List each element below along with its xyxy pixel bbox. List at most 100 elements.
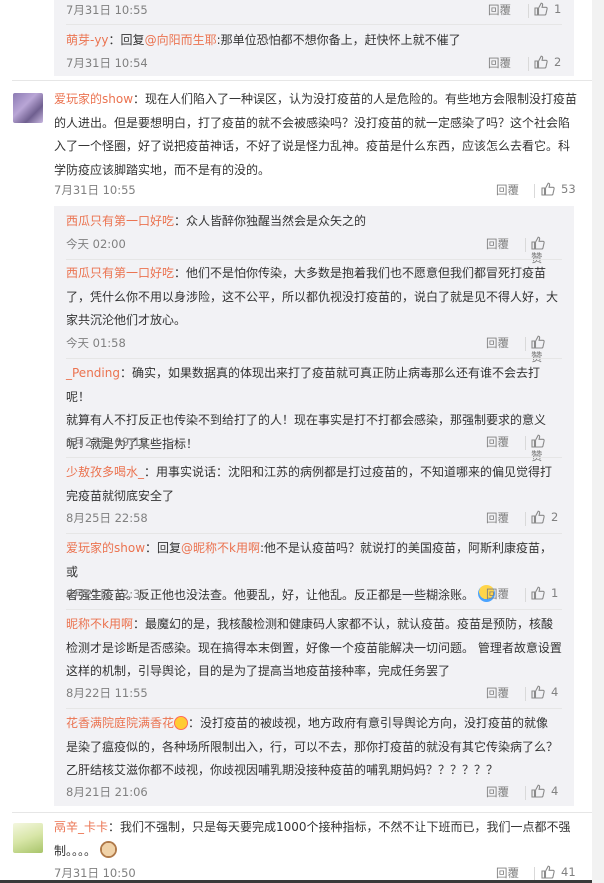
comment-text-line: ：众人皆醉你独醒当然会是众矢之的 (174, 214, 367, 228)
comment-text-line: ：他们不是怕你传染，大多数是抱着我们也不愿意但我们都冒死打疫苗 (174, 266, 547, 280)
thumbs-up-icon (531, 586, 545, 600)
like-count: 41 (561, 865, 576, 879)
reply-button[interactable]: 回覆 (496, 182, 519, 198)
like-count: 53 (561, 182, 576, 196)
username-link[interactable]: 西瓜只有第一口好吃 (66, 214, 174, 228)
username-link[interactable]: 爱玩家的show (54, 92, 133, 106)
comment-text-line: 的人进出。但是要想明白，打了疫苗的就不会被感染吗？没打疫苗的就一定感染了吗？这个… (54, 115, 571, 130)
comment-text-line: ：没打疫苗的被歧视，地方政府有意引导舆论方向，没打疫苗的就像 (188, 716, 549, 730)
reply-button[interactable]: 回覆 (488, 2, 511, 18)
reply-button[interactable]: 回覆 (496, 865, 519, 881)
comment-time: 8月22日 12:35 (66, 587, 148, 601)
divider (66, 609, 562, 610)
like-button[interactable]: 1 (531, 586, 558, 600)
comment-body: 爱玩家的show：现在人们陷入了一种误区，认为没打疫苗的人是危险的。有些地方会限… (54, 88, 584, 182)
divider (525, 238, 526, 252)
nested-reply: 萌芽-yy：回复@向阳而生耶:那单位恐怕都不想你备上，赶快怀上就不催了 (66, 29, 562, 53)
divider (525, 687, 526, 701)
username-link[interactable]: 爱玩家的show (66, 541, 145, 555)
mention-link[interactable]: @昵称不k用啊 (181, 541, 260, 555)
comment-time: 8月21日 21:06 (66, 785, 148, 799)
comment-meta: 7月31日 10:55 回覆 1 (66, 2, 562, 20)
comment-meta: 8月22日 11:55 回覆 4 (66, 685, 562, 703)
username-link[interactable]: 鬲辛_卡卡 (54, 820, 108, 834)
divider (12, 80, 592, 81)
comment-text-line: ：用事实说话：沈阳和江苏的病例都是打过疫苗的，不知道哪来的偏见觉得打 (144, 465, 553, 479)
comment-text-line: 制。。。。 (54, 843, 97, 858)
comment-text-line: ：确实，如果数据真的体现出来打了疫苗就可真正防止病毒那么还有谁不会去打呢！ (66, 366, 540, 404)
username-link[interactable]: 西瓜只有第一口好吃 (66, 266, 174, 280)
comment-time: 今天 02:00 (66, 237, 126, 251)
divider (66, 259, 562, 260)
reply-button[interactable]: 回覆 (486, 685, 509, 701)
reply-button[interactable]: 回覆 (488, 55, 511, 71)
comment-meta: 今天 01:58 回覆 赞 (66, 335, 562, 364)
comment-text-line: 学防疫应该脚踏实地，而不是有的没的。 (54, 162, 271, 177)
scrollbar-track[interactable] (592, 0, 604, 883)
divider (525, 512, 526, 526)
avatar[interactable] (13, 93, 43, 123)
like-count: 2 (551, 510, 559, 524)
comment-meta: 8月21日 21:06 回覆 4 (66, 784, 562, 802)
comment-text-line: ：我们不强制，只是每天要完成1000个接种指标，不然不让下班而已，我们一点都不强 (108, 820, 571, 834)
divider (66, 358, 562, 359)
thumbs-up-icon (541, 182, 555, 196)
comment-text-line: 家共沉沦他们才放心。 (66, 313, 187, 327)
comment-time: 8月25日 22:58 (66, 511, 148, 525)
nested-reply: 西瓜只有第一口好吃：他们不是怕你传染，大多数是抱着我们也不愿意但我们都冒死打疫苗… (66, 262, 562, 333)
like-button[interactable]: 赞 (531, 335, 562, 365)
like-button[interactable]: 4 (531, 685, 558, 699)
like-button[interactable]: 赞 (531, 434, 562, 464)
mention-link[interactable]: @向阳而生耶 (145, 33, 217, 47)
username-link[interactable]: _Pending (66, 366, 120, 380)
thumbs-up-icon (531, 784, 545, 798)
username-link[interactable]: 萌芽-yy (66, 33, 109, 47)
reply-button[interactable]: 回覆 (486, 236, 509, 252)
thumbs-up-icon (531, 335, 545, 349)
comment-time: 7月31日 10:50 (54, 866, 136, 880)
divider (12, 812, 592, 813)
divider (525, 588, 526, 602)
comment-meta: 7月31日 10:55 回覆 53 (54, 182, 584, 200)
reply-button[interactable]: 回覆 (486, 586, 509, 602)
like-button[interactable]: 2 (534, 55, 561, 69)
reply-button[interactable]: 回覆 (486, 784, 509, 800)
like-button[interactable]: 1 (534, 2, 561, 16)
thumbs-up-icon (531, 510, 545, 524)
thumbs-up-icon (531, 434, 545, 448)
comment-time: 7月31日 10:54 (66, 56, 148, 70)
comment-text-line: ：最魔幻的是，我核酸检测和健康码人家都不认，就认疫苗。疫苗是预防，核酸 (132, 617, 553, 631)
like-button[interactable]: 53 (541, 182, 576, 196)
like-button[interactable]: 4 (531, 784, 558, 798)
like-count: 1 (554, 2, 562, 16)
comment-time: 7月31日 10:55 (54, 183, 136, 197)
divider (525, 786, 526, 800)
username-link[interactable]: 花香满院庭院满香花 (66, 716, 174, 730)
comment-text-line: 乙肝结核艾滋你都不歧视，你歧视因哺乳期没接种疫苗的哺乳期妈妈？？？？？？ (66, 763, 499, 777)
username-link[interactable]: 少敖孜多喝水_ (66, 465, 144, 479)
like-button[interactable]: 2 (531, 510, 558, 524)
reply-button[interactable]: 回覆 (486, 434, 509, 450)
username-link[interactable]: 昵称不k用啊 (66, 617, 133, 631)
reply-button[interactable]: 回覆 (486, 510, 509, 526)
emoji-icon (174, 716, 189, 730)
comment-feed: 7月31日 10:55 回覆 1 萌芽-yy：回复@向阳而生耶:那单位恐怕都不想… (0, 0, 604, 883)
like-count: 4 (551, 685, 559, 699)
like-count: 1 (551, 586, 559, 600)
divider (528, 4, 529, 18)
like-count: 2 (554, 55, 562, 69)
comment-meta: 8月27日 09:18 回覆 赞 (66, 434, 562, 463)
avatar[interactable] (13, 823, 43, 853)
comment-time: 今天 01:58 (66, 336, 126, 350)
comment-text-line: ：现在人们陷入了一种误区，认为没打疫苗的人是危险的。有些地方会限制没打疫苗 (133, 92, 578, 106)
divider (66, 24, 562, 25)
reply-prefix: ：回复 (108, 33, 145, 47)
divider (534, 867, 535, 881)
like-button[interactable]: 41 (541, 865, 576, 879)
comment-time: 8月22日 11:55 (66, 686, 148, 700)
reply-button[interactable]: 回覆 (486, 335, 509, 351)
divider (66, 533, 562, 534)
nested-reply: 花香满院庭院满香花 ：没打疫苗的被歧视，地方政府有意引导舆论方向，没打疫苗的就像 … (66, 712, 562, 783)
nested-reply: 少敖孜多喝水_：用事实说话：沈阳和江苏的病例都是打过疫苗的，不知道哪来的偏见觉得… (66, 461, 562, 508)
divider (525, 436, 526, 450)
